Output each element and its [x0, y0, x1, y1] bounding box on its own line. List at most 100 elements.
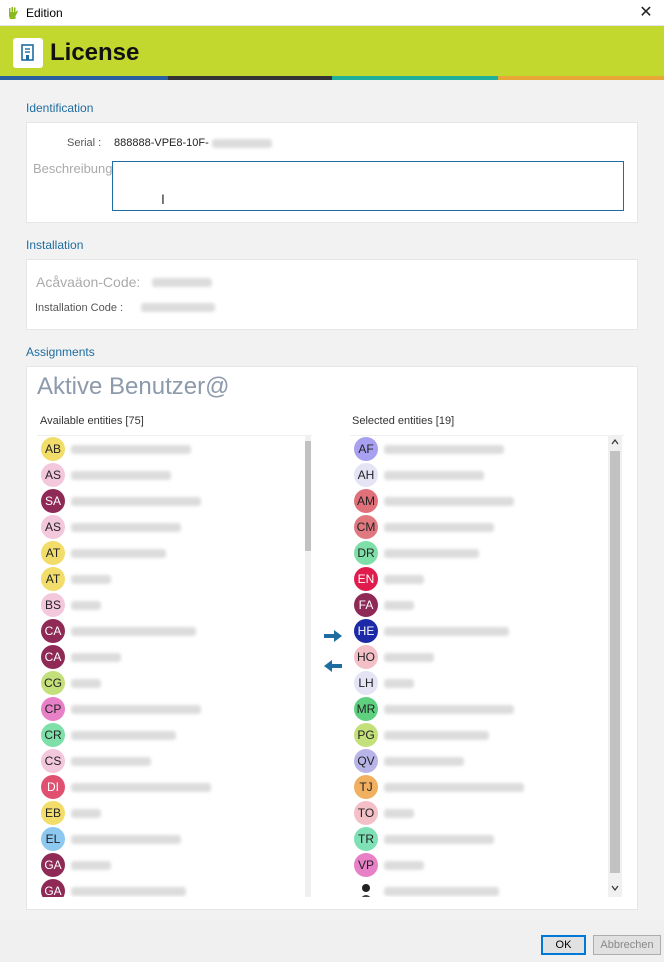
- available-scrollbar[interactable]: [305, 435, 311, 897]
- entity-name-redacted: [71, 887, 186, 896]
- list-item[interactable]: PG: [350, 722, 624, 748]
- avatar: GA: [41, 853, 65, 877]
- list-item[interactable]: CM: [350, 514, 624, 540]
- list-item[interactable]: AM: [350, 488, 624, 514]
- entity-name-redacted: [71, 861, 111, 870]
- list-item[interactable]: GA: [37, 878, 312, 897]
- entity-name-redacted: [71, 705, 201, 714]
- entity-name-redacted: [71, 471, 171, 480]
- avatar: DI: [41, 775, 65, 799]
- list-item[interactable]: CG: [37, 670, 312, 696]
- avatar: HE: [354, 619, 378, 643]
- window-title: Edition: [26, 6, 63, 20]
- avatar: AS: [41, 515, 65, 539]
- description-label: Beschreibung:: [33, 161, 117, 176]
- list-item[interactable]: AS: [37, 514, 312, 540]
- selected-scroll-thumb[interactable]: [610, 451, 620, 873]
- list-item[interactable]: FA: [350, 592, 624, 618]
- selected-scrollbar[interactable]: [608, 435, 622, 897]
- list-item[interactable]: [350, 878, 624, 897]
- text-cursor-icon: I: [161, 191, 165, 207]
- assignment-title: Aktive Benutzer@: [37, 373, 230, 400]
- entity-name-redacted: [384, 627, 509, 636]
- avatar: TJ: [354, 775, 378, 799]
- entity-name-redacted: [71, 601, 101, 610]
- list-item[interactable]: CP: [37, 696, 312, 722]
- entity-name-redacted: [71, 549, 166, 558]
- list-item[interactable]: AS: [37, 462, 312, 488]
- dialog-footer: OK Abbrechen: [0, 920, 664, 962]
- avatar: MR: [354, 697, 378, 721]
- close-icon[interactable]: ✕: [636, 3, 656, 23]
- list-item[interactable]: QV: [350, 748, 624, 774]
- avatar: TR: [354, 827, 378, 851]
- list-item[interactable]: AT: [37, 540, 312, 566]
- serial-label: Serial :: [67, 137, 102, 149]
- avatar: CG: [41, 671, 65, 695]
- list-item[interactable]: DI: [37, 774, 312, 800]
- list-item[interactable]: EL: [37, 826, 312, 852]
- available-scroll-thumb[interactable]: [305, 441, 311, 551]
- list-item[interactable]: CA: [37, 644, 312, 670]
- entity-name-redacted: [384, 705, 514, 714]
- list-item[interactable]: HE: [350, 618, 624, 644]
- list-item[interactable]: CS: [37, 748, 312, 774]
- entity-name-redacted: [71, 497, 201, 506]
- header-banner: License: [0, 26, 664, 80]
- entity-name-redacted: [71, 835, 181, 844]
- activation-code-value: [152, 278, 212, 287]
- serial-value: 888888-VPE8-10F-: [114, 137, 272, 149]
- list-item[interactable]: AF: [350, 436, 624, 462]
- selected-list[interactable]: AF AH AM CM DR EN FA HE HO LH MR PG QV TJ TO TR VP: [350, 435, 624, 897]
- list-item[interactable]: AT: [37, 566, 312, 592]
- list-item[interactable]: CA: [37, 618, 312, 644]
- avatar: AF: [354, 437, 378, 461]
- list-item[interactable]: GA: [37, 852, 312, 878]
- list-item[interactable]: EB: [37, 800, 312, 826]
- avatar: FA: [354, 593, 378, 617]
- avatar: AM: [354, 489, 378, 513]
- remove-arrow-icon[interactable]: [323, 659, 343, 673]
- description-input[interactable]: [112, 161, 624, 211]
- list-item[interactable]: HO: [350, 644, 624, 670]
- avatar: TO: [354, 801, 378, 825]
- scroll-down-icon[interactable]: [611, 885, 619, 891]
- list-item[interactable]: TO: [350, 800, 624, 826]
- assignments-label: Assignments: [26, 345, 95, 359]
- list-item[interactable]: DR: [350, 540, 624, 566]
- list-item[interactable]: SA: [37, 488, 312, 514]
- entity-name-redacted: [384, 523, 494, 532]
- list-item[interactable]: TR: [350, 826, 624, 852]
- avatar: AH: [354, 463, 378, 487]
- list-item[interactable]: CR: [37, 722, 312, 748]
- list-item[interactable]: MR: [350, 696, 624, 722]
- entity-name-redacted: [71, 653, 121, 662]
- list-item[interactable]: AH: [350, 462, 624, 488]
- license-document-icon: [21, 44, 34, 61]
- cancel-button[interactable]: Abbrechen: [593, 935, 661, 955]
- add-arrow-icon[interactable]: [323, 629, 343, 643]
- avatar: CS: [41, 749, 65, 773]
- list-item[interactable]: TJ: [350, 774, 624, 800]
- list-item[interactable]: LH: [350, 670, 624, 696]
- installation-code-label: Installation Code :: [35, 302, 124, 314]
- list-item[interactable]: VP: [350, 852, 624, 878]
- entity-name-redacted: [71, 679, 101, 688]
- list-item[interactable]: AB: [37, 436, 312, 462]
- entity-name-redacted: [71, 523, 181, 532]
- available-list[interactable]: AB AS SA AS AT AT BS CA CA CG CP CR CS DI EB EL GA GA: [37, 435, 312, 897]
- avatar: LH: [354, 671, 378, 695]
- list-item[interactable]: BS: [37, 592, 312, 618]
- entity-name-redacted: [71, 627, 196, 636]
- entity-name-redacted: [71, 757, 151, 766]
- installation-label: Installation: [26, 238, 84, 252]
- avatar: QV: [354, 749, 378, 773]
- entity-name-redacted: [384, 835, 494, 844]
- entity-name-redacted: [384, 783, 524, 792]
- scroll-up-icon[interactable]: [611, 439, 619, 445]
- avatar: PG: [354, 723, 378, 747]
- avatar: AT: [41, 567, 65, 591]
- ok-button[interactable]: OK: [541, 935, 586, 955]
- list-item[interactable]: EN: [350, 566, 624, 592]
- activation-code-label: Acåvaäon-Code:: [36, 274, 141, 290]
